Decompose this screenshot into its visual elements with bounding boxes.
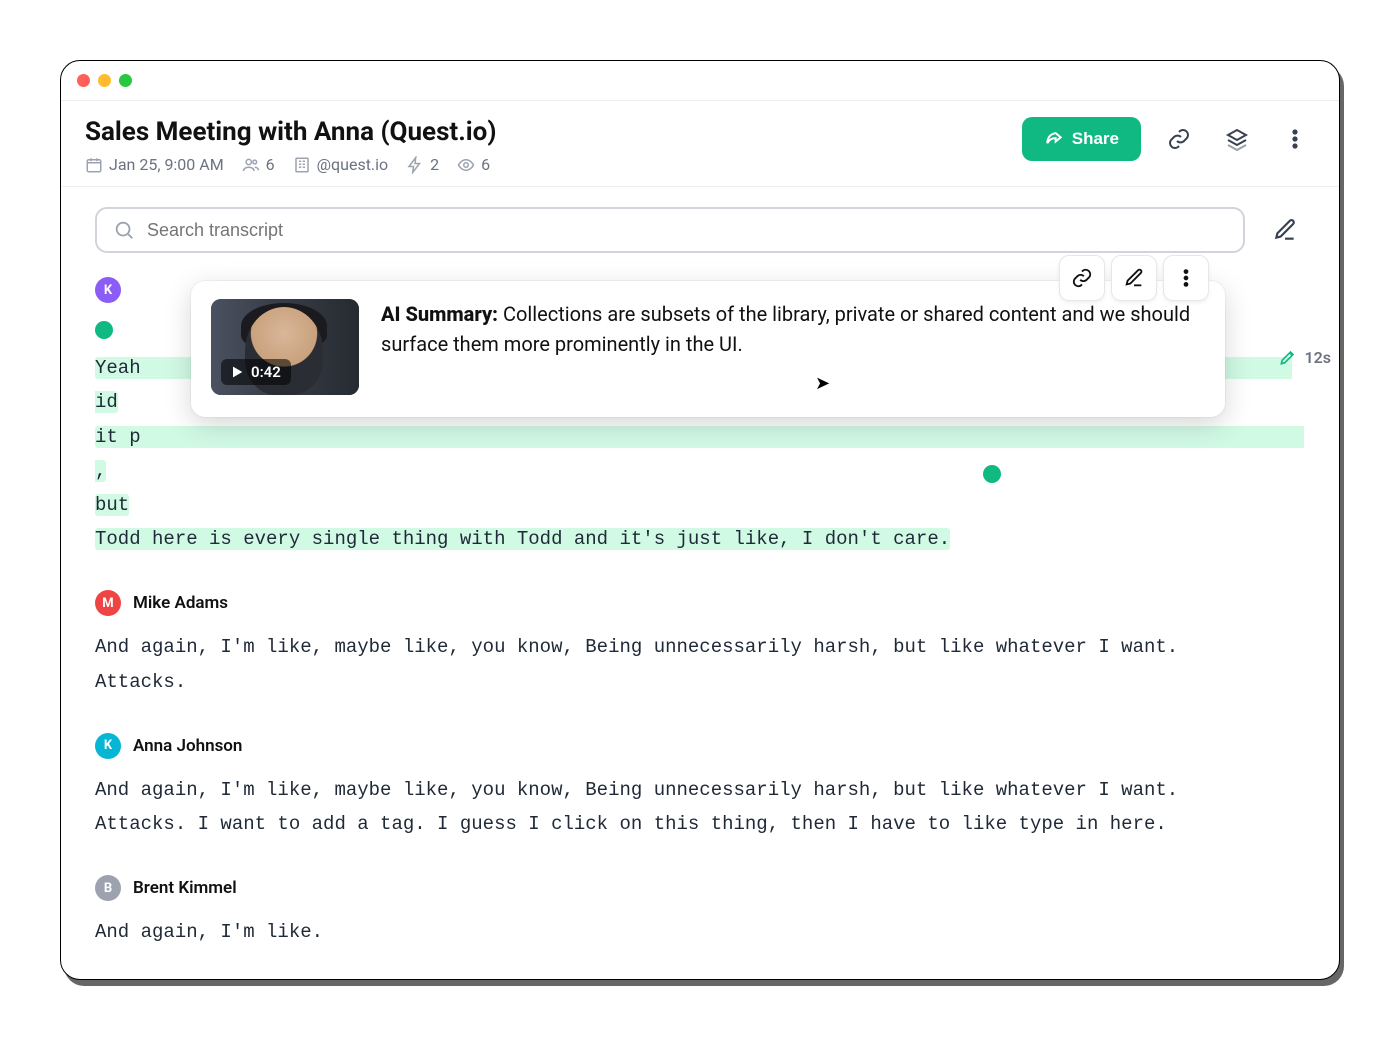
edit-icon (1123, 267, 1145, 289)
people-icon (242, 156, 260, 174)
window-zoom-icon[interactable] (119, 74, 132, 87)
window-titlebar (61, 61, 1339, 101)
cursor-icon: ➤ (815, 373, 830, 394)
play-clip-button[interactable]: 0:42 (221, 359, 291, 385)
selection-handle-start[interactable] (95, 321, 113, 339)
search-icon (113, 219, 135, 241)
popover-link-button[interactable] (1059, 255, 1105, 301)
highlighter-icon (1278, 347, 1298, 367)
speaker-row[interactable]: M Mike Adams (95, 590, 1305, 616)
speaker-row[interactable]: B Brent Kimmel (95, 875, 1305, 901)
link-icon (1167, 127, 1191, 151)
page-header: Sales Meeting with Anna (Quest.io) Jan 2… (61, 101, 1339, 187)
popover-actions (1059, 255, 1209, 301)
meta-date[interactable]: Jan 25, 9:00 AM (85, 155, 224, 174)
edit-icon (1272, 217, 1298, 243)
popover-edit-button[interactable] (1111, 255, 1157, 301)
page-body: K Yeah id it p (61, 187, 1339, 980)
selection-handle-end[interactable] (983, 465, 1001, 483)
calendar-icon (85, 156, 103, 174)
window-close-icon[interactable] (77, 74, 90, 87)
link-button[interactable] (1159, 119, 1199, 159)
more-vertical-icon (1175, 267, 1197, 289)
meta-domain[interactable]: @quest.io (293, 155, 389, 174)
page-title: Sales Meeting with Anna (Quest.io) (85, 117, 1006, 147)
more-button[interactable] (1275, 119, 1315, 159)
stack-icon (1225, 127, 1249, 151)
meta-row: Jan 25, 9:00 AM 6 @quest.io 2 6 (85, 155, 1006, 174)
speaker-name: Anna Johnson (133, 736, 242, 756)
speaker-name: Brent Kimmel (133, 878, 237, 898)
search-input[interactable] (147, 220, 1227, 241)
more-vertical-icon (1283, 127, 1307, 151)
avatar: K (95, 277, 121, 303)
eye-icon (457, 156, 475, 174)
ai-summary-text: AI Summary: Collections are subsets of t… (381, 299, 1205, 395)
speaker-name: Mike Adams (133, 593, 228, 613)
compose-button[interactable] (1265, 210, 1305, 250)
share-arrow-icon (1044, 129, 1064, 149)
avatar: B (95, 875, 121, 901)
avatar: K (95, 733, 121, 759)
link-icon (1071, 267, 1093, 289)
window-minimize-icon[interactable] (98, 74, 111, 87)
highlight-duration-badge[interactable]: 12s (1278, 347, 1331, 367)
meta-views[interactable]: 6 (457, 155, 490, 174)
transcript-block: K Anna Johnson And again, I'm like, mayb… (95, 733, 1305, 841)
transcript-block: B Brent Kimmel And again, I'm like. (95, 875, 1305, 949)
speaker-row[interactable]: K Anna Johnson (95, 733, 1305, 759)
transcript: K Yeah id it p (95, 277, 1305, 949)
transcript-block: K Yeah id it p (95, 277, 1305, 556)
meta-attendees[interactable]: 6 (242, 155, 275, 174)
utterance[interactable]: And again, I'm like. (95, 915, 1305, 949)
transcript-block: M Mike Adams And again, I'm like, maybe … (95, 590, 1305, 698)
ai-summary-popover: 0:42 AI Summary: Collections are subsets… (191, 281, 1225, 417)
app-window: Sales Meeting with Anna (Quest.io) Jan 2… (60, 60, 1340, 980)
utterance[interactable]: And again, I'm like, maybe like, you kno… (95, 630, 1305, 698)
utterance[interactable]: And again, I'm like, maybe like, you kno… (95, 773, 1305, 841)
avatar: M (95, 590, 121, 616)
play-icon (229, 364, 245, 380)
company-icon (293, 156, 311, 174)
search-input-wrapper[interactable] (95, 207, 1245, 253)
share-button[interactable]: Share (1022, 117, 1141, 161)
bolt-icon (406, 156, 424, 174)
meta-bolts[interactable]: 2 (406, 155, 439, 174)
stack-button[interactable] (1217, 119, 1257, 159)
video-thumbnail[interactable]: 0:42 (211, 299, 359, 395)
popover-more-button[interactable] (1163, 255, 1209, 301)
